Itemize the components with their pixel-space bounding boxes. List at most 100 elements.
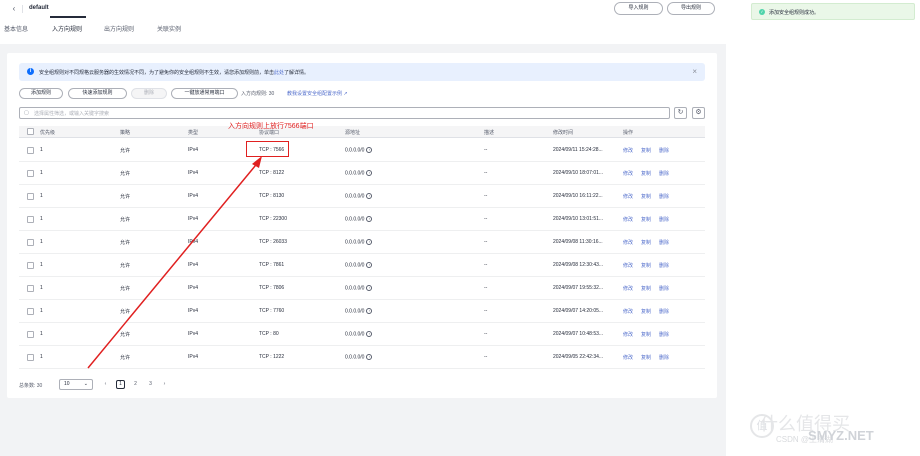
row-checkbox[interactable] (27, 216, 34, 223)
modify-link[interactable]: 修改 (623, 239, 633, 246)
export-rules-button[interactable]: 导出规则 (667, 2, 715, 15)
delete-link[interactable]: 删除 (659, 308, 669, 315)
active-tab-indicator (50, 16, 86, 18)
search-input[interactable]: ▢ 选择属性筛选，或输入关键字搜索 (19, 107, 670, 119)
tab-basic-info[interactable]: 基本信息 (4, 24, 28, 33)
back-arrow-icon[interactable]: ‹ (9, 4, 19, 14)
delete-link[interactable]: 删除 (659, 193, 669, 200)
modify-link[interactable]: 修改 (623, 285, 633, 292)
cell-type: IPv4 (188, 147, 199, 153)
cell-modified-time: 2024/09/07 19:55:32... (553, 285, 604, 291)
expand-arrow-icon[interactable]: › (366, 193, 373, 199)
header-priority: 优先级 (40, 130, 56, 136)
row-checkbox[interactable] (27, 239, 34, 246)
page-size-select[interactable]: 10 ⌄ (59, 379, 93, 390)
copy-link[interactable]: 复制 (641, 354, 651, 361)
copy-link[interactable]: 复制 (641, 308, 651, 315)
row-checkbox[interactable] (27, 147, 34, 154)
table-row: 1 允许 IPv4 TCP : 7760 -- 2024/09/07 14:20:05..… (19, 300, 705, 323)
settings-gear-icon[interactable]: ⚙ (692, 107, 705, 119)
modify-link[interactable]: 修改 (623, 147, 633, 154)
cell-priority: 1 (40, 170, 43, 176)
modify-link[interactable]: 修改 (623, 170, 633, 177)
delete-link[interactable]: 删除 (659, 331, 669, 338)
row-checkbox[interactable] (27, 331, 34, 338)
table-header: 优先级 策略 类型 协议端口 源地址 描述 修改时间 操作 (19, 126, 705, 138)
delete-button[interactable]: 删除 (131, 88, 167, 99)
expand-arrow-icon[interactable]: › (366, 170, 373, 176)
copy-link[interactable]: 复制 (641, 193, 651, 200)
row-checkbox[interactable] (27, 262, 34, 269)
notice-link[interactable]: 此处 (274, 70, 284, 76)
table-row: 1 允许 IPv4 TCP : 1222 -- 2024/09/05 22:42:34..… (19, 346, 705, 369)
cell-port: TCP : 26033 (259, 239, 287, 245)
source-address: 0.0.0.0/0 (345, 262, 365, 269)
open-common-ports-button[interactable]: 一键放通常用端口 (171, 88, 238, 99)
example-link[interactable]: 教我设置安全组配置示例 ↗ (287, 90, 348, 97)
copy-link[interactable]: 复制 (641, 170, 651, 177)
expand-arrow-icon[interactable]: › (366, 285, 373, 291)
close-icon[interactable]: × (692, 67, 697, 76)
modify-link[interactable]: 修改 (623, 262, 633, 269)
expand-arrow-icon[interactable]: › (366, 308, 373, 314)
table-row: 1 允许 IPv4 TCP : 22300 -- 2024/09/10 13:01:51.… (19, 208, 705, 231)
page-1-button[interactable]: 1 (116, 380, 125, 389)
page-3-button[interactable]: 3 (146, 381, 155, 387)
cell-policy: 允许 (120, 355, 131, 361)
cell-description: -- (484, 170, 488, 176)
next-page-button[interactable]: › (160, 381, 169, 387)
expand-arrow-icon[interactable]: › (366, 331, 373, 337)
copy-link[interactable]: 复制 (641, 285, 651, 292)
delete-link[interactable]: 删除 (659, 170, 669, 177)
expand-arrow-icon[interactable]: › (366, 147, 373, 153)
delete-link[interactable]: 删除 (659, 147, 669, 154)
row-checkbox[interactable] (27, 170, 34, 177)
import-rules-button[interactable]: 导入规则 (614, 2, 663, 15)
modify-link[interactable]: 修改 (623, 354, 633, 361)
modify-link[interactable]: 修改 (623, 331, 633, 338)
cell-source: 0.0.0.0/0 › (345, 170, 373, 176)
cell-priority: 1 (40, 308, 43, 314)
delete-link[interactable]: 删除 (659, 262, 669, 269)
cell-source: 0.0.0.0/0 › (345, 193, 373, 199)
cell-priority: 1 (40, 239, 43, 245)
expand-arrow-icon[interactable]: › (366, 262, 373, 268)
tab-associated-instances[interactable]: 关联实例 (157, 24, 181, 33)
row-checkbox[interactable] (27, 193, 34, 200)
cell-source: 0.0.0.0/0 › (345, 308, 373, 314)
copy-link[interactable]: 复制 (641, 216, 651, 223)
prev-page-button[interactable]: ‹ (101, 381, 110, 387)
delete-link[interactable]: 删除 (659, 285, 669, 292)
cell-description: -- (484, 285, 488, 291)
source-address: 0.0.0.0/0 (345, 331, 365, 338)
copy-link[interactable]: 复制 (641, 331, 651, 338)
refresh-icon[interactable]: ↻ (674, 107, 687, 119)
copy-link[interactable]: 复制 (641, 262, 651, 269)
row-checkbox[interactable] (27, 308, 34, 315)
expand-arrow-icon[interactable]: › (366, 239, 373, 245)
modify-link[interactable]: 修改 (623, 308, 633, 315)
delete-link[interactable]: 删除 (659, 354, 669, 361)
page-2-button[interactable]: 2 (131, 381, 140, 387)
expand-arrow-icon[interactable]: › (366, 216, 373, 222)
add-rule-button[interactable]: 添加规则 (19, 88, 63, 99)
cell-source: 0.0.0.0/0 › (345, 285, 373, 291)
row-checkbox[interactable] (27, 354, 34, 361)
cell-source: 0.0.0.0/0 › (345, 239, 373, 245)
modify-link[interactable]: 修改 (623, 216, 633, 223)
tab-inbound-rules[interactable]: 入方向规则 (52, 24, 82, 33)
cell-policy: 允许 (120, 148, 131, 154)
modify-link[interactable]: 修改 (623, 193, 633, 200)
copy-link[interactable]: 复制 (641, 239, 651, 246)
delete-link[interactable]: 删除 (659, 216, 669, 223)
cell-type: IPv4 (188, 308, 199, 314)
row-checkbox[interactable] (27, 285, 34, 292)
tab-outbound-rules[interactable]: 出方向规则 (104, 24, 134, 33)
select-all-checkbox[interactable] (27, 128, 34, 135)
delete-link[interactable]: 删除 (659, 239, 669, 246)
cell-description: -- (484, 308, 488, 314)
expand-arrow-icon[interactable]: › (366, 354, 373, 360)
copy-link[interactable]: 复制 (641, 147, 651, 154)
notice-banner: i 安全组规则对不同规格云服务器的生效情况不同，为了避免你的安全组规则不生效，请… (19, 63, 705, 81)
quick-add-rule-button[interactable]: 快速添加规则 (68, 88, 127, 99)
